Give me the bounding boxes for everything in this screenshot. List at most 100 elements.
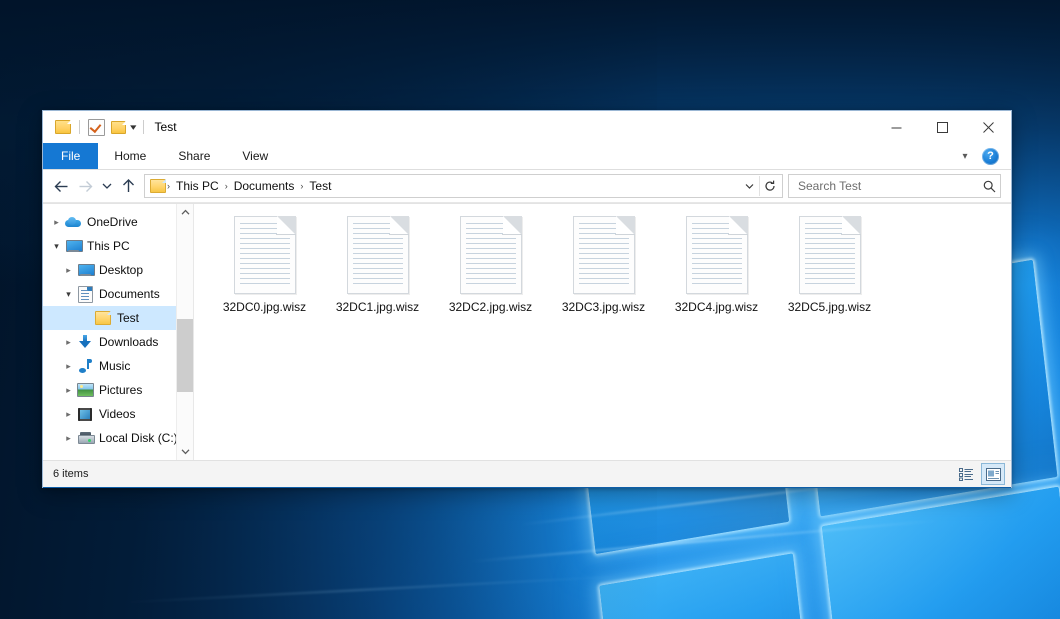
scrollbar-track[interactable]	[177, 221, 193, 443]
sidebar-item-videos[interactable]: ▸ Videos	[43, 402, 193, 426]
generic-file-icon	[686, 216, 748, 294]
documents-icon	[76, 286, 94, 302]
forward-button[interactable]	[73, 174, 97, 198]
chevron-right-icon[interactable]: ▸	[61, 361, 76, 372]
sidebar-item-label: Documents	[99, 287, 160, 301]
file-name-label: 32DC3.jpg.wisz	[562, 300, 645, 315]
view-mode-buttons	[954, 463, 1005, 485]
quick-access-toolbar: ▾ Test	[43, 116, 177, 138]
breadcrumb-folder-icon[interactable]	[150, 178, 166, 194]
sidebar-item-label: Downloads	[99, 335, 158, 349]
tab-share[interactable]: Share	[162, 143, 226, 169]
sidebar-item-this-pc[interactable]: ▾ This PC	[43, 234, 193, 258]
list-item[interactable]: 32DC3.jpg.wisz	[547, 212, 660, 338]
chevron-down-icon[interactable]: ▾	[49, 241, 64, 252]
navigation-pane-scrollbar[interactable]	[176, 204, 193, 460]
onedrive-icon	[64, 214, 82, 230]
sidebar-item-label: OneDrive	[87, 215, 138, 229]
sidebar-item-test[interactable]: ▸ Test	[43, 306, 193, 330]
list-item[interactable]: 32DC2.jpg.wisz	[434, 212, 547, 338]
sidebar-item-label: Desktop	[99, 263, 143, 277]
search-icon[interactable]	[983, 180, 996, 193]
item-count-label: 6 items	[53, 468, 88, 480]
scroll-up-arrow-icon[interactable]	[177, 204, 193, 221]
minimize-button[interactable]	[873, 111, 919, 143]
window-accent-line	[43, 487, 1011, 488]
address-bar[interactable]: › This PC › Documents › Test	[144, 174, 783, 198]
address-bar-row: › This PC › Documents › Test	[43, 170, 1011, 203]
details-view-button[interactable]	[954, 463, 978, 485]
list-item[interactable]: 32DC4.jpg.wisz	[660, 212, 773, 338]
explorer-body: ▸ OneDrive ▾ This PC ▸ Desktop	[43, 203, 1011, 460]
this-pc-icon	[64, 238, 82, 254]
expand-ribbon-chevron-down-icon[interactable]: ▾	[954, 145, 976, 167]
up-button[interactable]	[116, 174, 140, 198]
sidebar-item-label: Test	[117, 311, 139, 325]
search-box[interactable]	[788, 174, 1001, 198]
address-dropdown-chevron-down-icon[interactable]	[739, 176, 759, 196]
chevron-right-icon[interactable]: ▸	[61, 433, 76, 444]
chevron-right-icon[interactable]: ▸	[61, 409, 76, 420]
folder-icon[interactable]	[52, 116, 74, 138]
maximize-button[interactable]	[919, 111, 965, 143]
close-button[interactable]	[965, 111, 1011, 143]
sidebar-item-pictures[interactable]: ▸ Pictures	[43, 378, 193, 402]
sidebar-item-downloads[interactable]: ▸ Downloads	[43, 330, 193, 354]
help-icon[interactable]: ?	[982, 148, 999, 165]
toolbar-divider	[143, 120, 144, 134]
scrollbar-thumb[interactable]	[177, 319, 193, 392]
sidebar-item-label: Videos	[99, 407, 135, 421]
sidebar-item-label: Music	[99, 359, 130, 373]
generic-file-icon	[460, 216, 522, 294]
desktop: ▾ Test File Home Share View	[0, 0, 1060, 619]
large-icons-view-button[interactable]	[981, 463, 1005, 485]
tab-file[interactable]: File	[43, 143, 98, 169]
folder-icon	[94, 310, 112, 326]
list-item[interactable]: 32DC5.jpg.wisz	[773, 212, 886, 338]
generic-file-icon	[234, 216, 296, 294]
generic-file-icon	[799, 216, 861, 294]
status-bar: 6 items	[43, 460, 1011, 487]
breadcrumb-documents[interactable]: Documents	[229, 179, 300, 193]
generic-file-icon	[573, 216, 635, 294]
file-name-label: 32DC0.jpg.wisz	[223, 300, 306, 315]
chevron-down-icon[interactable]: ▾	[61, 289, 76, 300]
local-disk-icon	[76, 430, 94, 446]
search-input[interactable]	[796, 178, 983, 194]
breadcrumb-test[interactable]: Test	[304, 179, 336, 193]
chevron-right-icon[interactable]: ▸	[49, 217, 64, 228]
new-folder-icon[interactable]	[107, 116, 129, 138]
toolbar-divider	[79, 120, 80, 134]
file-list-view[interactable]: 32DC0.jpg.wisz 32DC1.jpg.wisz 32DC2.jpg.…	[194, 204, 1011, 460]
ribbon-tabs: File Home Share View ▾ ?	[43, 143, 1011, 170]
pictures-icon	[76, 382, 94, 398]
list-item[interactable]: 32DC1.jpg.wisz	[321, 212, 434, 338]
chevron-right-icon[interactable]: ▸	[61, 385, 76, 396]
music-icon	[76, 358, 94, 374]
chevron-right-icon[interactable]: ▸	[61, 337, 76, 348]
tab-home[interactable]: Home	[98, 143, 162, 169]
file-name-label: 32DC5.jpg.wisz	[788, 300, 871, 315]
list-item[interactable]: 32DC0.jpg.wisz	[208, 212, 321, 338]
navigation-pane: ▸ OneDrive ▾ This PC ▸ Desktop	[43, 204, 194, 460]
sidebar-item-music[interactable]: ▸ Music	[43, 354, 193, 378]
chevron-down-icon[interactable]: ▾	[130, 123, 136, 132]
breadcrumb-this-pc[interactable]: This PC	[171, 179, 224, 193]
file-explorer-window: ▾ Test File Home Share View	[42, 110, 1012, 488]
sidebar-item-label: This PC	[87, 239, 130, 253]
scroll-down-arrow-icon[interactable]	[177, 443, 193, 460]
refresh-icon[interactable]	[759, 176, 780, 196]
sidebar-item-desktop[interactable]: ▸ Desktop	[43, 258, 193, 282]
back-button[interactable]	[49, 174, 73, 198]
properties-icon[interactable]	[85, 116, 107, 138]
chevron-right-icon[interactable]: ▸	[61, 265, 76, 276]
chevron-placeholder-icon: ▸	[79, 313, 94, 324]
sidebar-item-documents[interactable]: ▾ Documents	[43, 282, 193, 306]
sidebar-item-onedrive[interactable]: ▸ OneDrive	[43, 210, 193, 234]
recent-locations-chevron-down-icon[interactable]	[97, 174, 116, 198]
generic-file-icon	[347, 216, 409, 294]
tab-view[interactable]: View	[226, 143, 284, 169]
sidebar-item-local-disk[interactable]: ▸ Local Disk (C:)	[43, 426, 193, 450]
videos-icon	[76, 406, 94, 422]
downloads-icon	[76, 334, 94, 350]
